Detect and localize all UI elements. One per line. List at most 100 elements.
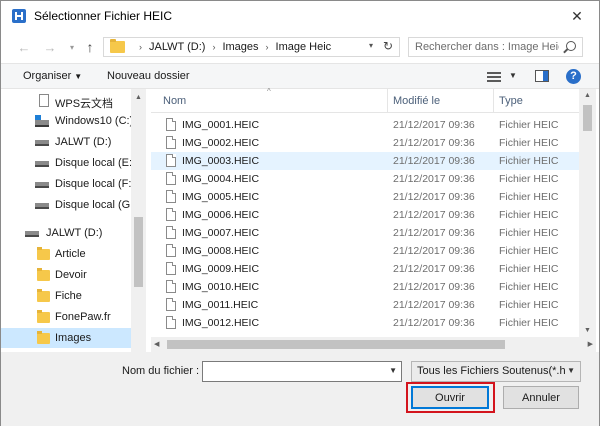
file-row[interactable]: IMG_0006.HEIC 21/12/2017 09:36 Fichier H… — [151, 206, 579, 224]
file-type: Fichier HEIC — [499, 155, 559, 167]
nav-item-label: Article — [55, 248, 86, 260]
file-row[interactable]: IMG_0012.HEIC 21/12/2017 09:36 Fichier H… — [151, 314, 579, 332]
column-header-modified[interactable]: Modifié le — [393, 95, 440, 107]
scroll-up-arrow-icon[interactable]: ▲ — [135, 94, 142, 101]
file-list-vertical-scrollbar[interactable]: ▲ ▼ — [579, 89, 596, 337]
file-type-filter-select[interactable]: Tous les Fichiers Soutenus(*.hei ▼ — [411, 361, 581, 382]
file-row[interactable]: IMG_0001.HEIC 21/12/2017 09:36 Fichier H… — [151, 116, 579, 134]
window-title: Sélectionner Fichier HEIC — [34, 9, 173, 23]
nav-item-label: WPS云文档 — [55, 98, 114, 110]
preview-pane-icon[interactable] — [535, 70, 549, 82]
file-row[interactable]: IMG_0007.HEIC 21/12/2017 09:36 Fichier H… — [151, 224, 579, 242]
file-list-horizontal-scrollbar[interactable]: ◀ ▶ — [151, 337, 596, 352]
breadcrumb-separator-icon: › — [139, 42, 142, 52]
nav-item-label: Images — [55, 332, 92, 344]
up-arrow-icon[interactable]: ↑ — [81, 38, 99, 56]
breadcrumb-item-image-heic[interactable]: Image Heic — [276, 41, 332, 53]
search-box — [408, 37, 583, 57]
file-name: IMG_0002.HEIC — [182, 137, 260, 149]
help-icon[interactable]: ? — [566, 69, 581, 84]
folder-icon — [110, 39, 125, 53]
refresh-icon[interactable]: ↻ — [383, 39, 393, 53]
cancel-button[interactable]: Annuler — [503, 386, 579, 409]
file-modified: 21/12/2017 09:36 — [393, 245, 475, 257]
back-arrow-icon[interactable]: ← — [15, 38, 33, 56]
scroll-right-arrow-icon[interactable]: ▶ — [588, 340, 593, 348]
file-icon — [166, 172, 176, 185]
file-type: Fichier HEIC — [499, 299, 559, 311]
nav-item-disk-f[interactable]: Disque local (F:) — [1, 174, 135, 194]
drive-icon — [35, 161, 49, 167]
breadcrumb-item-images[interactable]: Images — [222, 41, 258, 53]
nav-item-disk-g[interactable]: Disque local (G:) — [1, 195, 137, 215]
scrollbar-thumb[interactable] — [134, 217, 143, 287]
scrollbar-thumb[interactable] — [167, 340, 505, 349]
file-type: Fichier HEIC — [499, 173, 559, 185]
file-row[interactable]: IMG_0002.HEIC 21/12/2017 09:36 Fichier H… — [151, 134, 579, 152]
toolbar: Organiser ▼ Nouveau dossier ▼ ? — [1, 63, 599, 89]
file-row[interactable]: IMG_0011.HEIC 21/12/2017 09:36 Fichier H… — [151, 296, 579, 314]
file-name: IMG_0005.HEIC — [182, 191, 260, 203]
address-bar[interactable]: › JALWT (D:) › Images › Image Heic ▾ ↻ — [103, 37, 400, 57]
breadcrumb-item-drive[interactable]: JALWT (D:) — [149, 41, 205, 53]
nav-item-fiche[interactable]: Fiche — [1, 286, 131, 306]
scroll-left-arrow-icon[interactable]: ◀ — [154, 340, 159, 348]
file-row[interactable]: IMG_0003.HEIC 21/12/2017 09:36 Fichier H… — [151, 152, 579, 170]
view-dropdown-chevron-icon[interactable]: ▼ — [509, 71, 517, 80]
file-name: IMG_0004.HEIC — [182, 173, 260, 185]
scrollbar-thumb[interactable] — [583, 105, 592, 131]
column-header-type[interactable]: Type — [499, 95, 523, 107]
recent-locations-chevron-icon[interactable]: ▾ — [63, 38, 81, 56]
search-icon[interactable] — [566, 41, 576, 51]
navigation-pane: WPS云文档 Windows10 (C:) JALWT (D:) Disque … — [1, 89, 146, 352]
title-bar: Sélectionner Fichier HEIC ✕ — [1, 1, 599, 31]
file-row[interactable]: IMG_0004.HEIC 21/12/2017 09:36 Fichier H… — [151, 170, 579, 188]
forward-arrow-icon[interactable]: → — [41, 38, 59, 56]
file-row[interactable]: IMG_0008.HEIC 21/12/2017 09:36 Fichier H… — [151, 242, 579, 260]
filename-combobox: ▼ — [202, 361, 402, 382]
nav-item-jalwt-d-expanded[interactable]: JALWT (D:) — [1, 223, 131, 243]
file-type: Fichier HEIC — [499, 317, 559, 329]
close-button[interactable]: ✕ — [555, 1, 599, 31]
annotation-highlight-box — [406, 382, 495, 413]
file-row[interactable]: IMG_0005.HEIC 21/12/2017 09:36 Fichier H… — [151, 188, 579, 206]
column-headers: ^ Nom Modifié le Type — [151, 87, 579, 113]
nav-item-label: JALWT (D:) — [55, 136, 112, 148]
view-options-icon[interactable] — [487, 72, 501, 82]
file-icon — [166, 118, 176, 131]
column-divider[interactable] — [493, 89, 494, 113]
file-type: Fichier HEIC — [499, 227, 559, 239]
filename-input[interactable] — [203, 362, 383, 381]
column-header-name[interactable]: Nom — [163, 95, 186, 107]
file-type: Fichier HEIC — [499, 119, 559, 131]
search-input[interactable] — [409, 38, 559, 56]
chevron-down-icon: ▼ — [74, 72, 83, 81]
file-row[interactable]: IMG_0009.HEIC 21/12/2017 09:36 Fichier H… — [151, 260, 579, 278]
new-folder-button[interactable]: Nouveau dossier — [107, 70, 190, 82]
nav-item-fonepaw[interactable]: FonePaw.fr — [1, 307, 131, 327]
chevron-down-icon[interactable]: ▼ — [389, 366, 397, 375]
document-icon — [39, 94, 49, 107]
nav-item-article[interactable]: Article — [1, 244, 131, 264]
folder-icon — [37, 247, 50, 260]
nav-item-jalwt-d[interactable]: JALWT (D:) — [1, 132, 131, 152]
breadcrumb-separator-icon: › — [265, 42, 269, 52]
nav-item-label: Disque local (G:) — [55, 199, 137, 211]
column-divider[interactable] — [387, 89, 388, 113]
file-type: Fichier HEIC — [499, 281, 559, 293]
file-open-dialog: Sélectionner Fichier HEIC ✕ ← → ▾ ↑ › JA… — [0, 0, 600, 426]
organise-menu-button[interactable]: Organiser ▼ — [23, 70, 82, 82]
address-dropdown-chevron-icon[interactable]: ▾ — [369, 41, 373, 50]
nav-item-devoir[interactable]: Devoir — [1, 265, 131, 285]
navigation-scrollbar[interactable]: ▲ — [131, 89, 146, 352]
nav-item-wps-cloud[interactable]: WPS云文档 — [1, 91, 131, 111]
nav-item-windows-c[interactable]: Windows10 (C:) — [1, 111, 133, 131]
scroll-up-arrow-icon[interactable]: ▲ — [584, 92, 591, 99]
file-row[interactable]: IMG_0010.HEIC 21/12/2017 09:36 Fichier H… — [151, 278, 579, 296]
file-icon — [166, 280, 176, 293]
scroll-down-arrow-icon[interactable]: ▼ — [584, 327, 591, 334]
nav-item-images[interactable]: Images — [1, 328, 131, 348]
nav-item-disk-e[interactable]: Disque local (E:) — [1, 153, 136, 173]
file-name: IMG_0012.HEIC — [182, 317, 260, 329]
nav-item-label: Disque local (F:) — [55, 178, 136, 190]
